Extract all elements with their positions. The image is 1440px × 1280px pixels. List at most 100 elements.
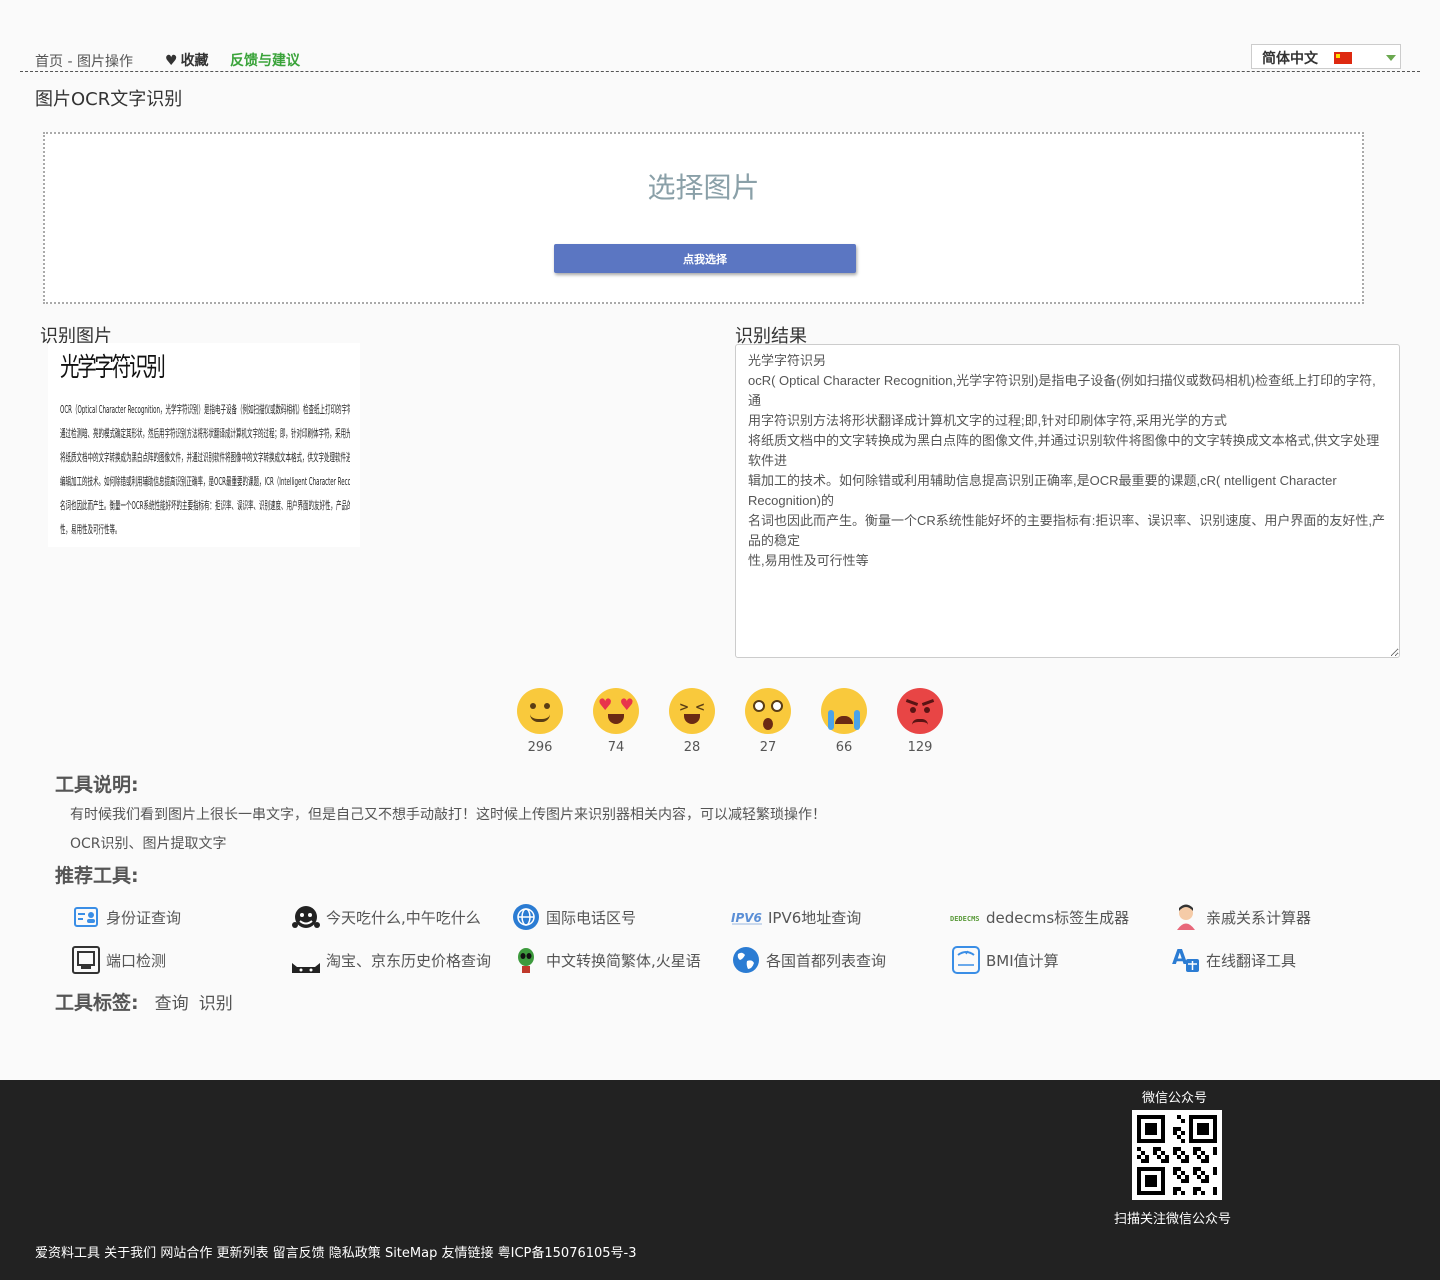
- reaction-smile[interactable]: 296: [510, 688, 570, 755]
- page-title: 图片OCR文字识别: [35, 89, 183, 110]
- result-line: 将纸质文档中的文字转换成为黑白点阵的图像文件,并通过识别软件将图像中的文字转换成…: [748, 433, 1380, 468]
- tool-link-price[interactable]: 淘宝、京东历史价格查询: [290, 943, 491, 977]
- image-text-line: 通过检测暗、亮的模式确定其形状，然后用字符识别方法将形状翻译成计算机文字的过程；…: [60, 427, 350, 440]
- breadcrumb[interactable]: 首页 - 图片操作: [35, 51, 133, 71]
- reaction-count: 74: [607, 740, 625, 755]
- svg-text:IPV6: IPV6: [731, 911, 762, 925]
- favorite-label: 收藏: [180, 53, 209, 69]
- wechat-title: 微信公众号: [1142, 1091, 1208, 1106]
- favorite-link[interactable]: ♥ 收藏: [165, 50, 209, 70]
- footer-link-home[interactable]: 爱资料工具: [35, 1246, 100, 1261]
- tool-label: 在线翻译工具: [1206, 951, 1297, 970]
- reaction-angry[interactable]: 129: [890, 688, 950, 755]
- tool-label: 中文转换简繁体,火星语: [546, 951, 701, 970]
- footer-link-sitemap[interactable]: SiteMap: [385, 1246, 437, 1261]
- tool-link-dedecms[interactable]: DEDECMS dedecms标签生成器: [950, 900, 1129, 934]
- tool-label: 淘宝、京东历史价格查询: [326, 951, 492, 970]
- tool-link-relatives[interactable]: 亲戚关系计算器: [1170, 900, 1311, 934]
- translate-icon: A: [1170, 944, 1202, 976]
- crying-emoji-icon: [821, 688, 867, 734]
- dedecms-icon: DEDECMS: [950, 901, 982, 933]
- earth-icon: [730, 944, 762, 976]
- tool-link-id-card[interactable]: 身份证查询: [70, 900, 181, 934]
- footer-link-about[interactable]: 关于我们: [104, 1246, 156, 1261]
- laughing-emoji-icon: > <: [669, 688, 715, 734]
- reaction-bar: 296 ♥ ♥ 74 > < 28 27 66 129: [510, 688, 950, 758]
- upload-dropzone[interactable]: 选择图片 点我选择: [43, 132, 1364, 304]
- tool-label: dedecms标签生成器: [986, 908, 1130, 927]
- ipv6-icon: IPV6: [730, 901, 764, 933]
- reaction-count: 296: [527, 740, 553, 755]
- image-text-line: OCR（Optical Character Recognition，光学字符识别…: [60, 403, 350, 416]
- result-line: 性,易用性及可行性等: [748, 553, 869, 568]
- tool-link-food[interactable]: 今天吃什么,中午吃什么: [290, 900, 481, 934]
- tool-label: 今天吃什么,中午吃什么: [326, 908, 481, 927]
- recognized-image: 光学字符识别 OCR（Optical Character Recognition…: [48, 343, 360, 547]
- tag-link[interactable]: 识别: [199, 994, 233, 1014]
- tags-heading: 工具标签:: [55, 992, 139, 1014]
- astonished-emoji-icon: [745, 688, 791, 734]
- image-text-lines: OCR（Optical Character Recognition，光学字符识别…: [60, 398, 360, 542]
- footer-link-feedback[interactable]: 留言反馈: [273, 1246, 325, 1261]
- icp-record: 粤ICP备15076105号-3: [497, 1246, 637, 1261]
- result-line: 名词也因此而产生。衡量一个CR系统性能好坏的主要指标有:拒识率、误识率、识别速度…: [748, 513, 1386, 548]
- choose-image-button[interactable]: 点我选择: [554, 244, 856, 273]
- result-line: 用字符识别方法将形状翻译成计算机文字的过程;即,针对印刷体字符,采用光学的方式: [748, 413, 1227, 428]
- alien-icon: [510, 944, 542, 976]
- footer-link-cooperation[interactable]: 网站合作: [160, 1246, 212, 1261]
- recommended-heading: 推荐工具:: [55, 865, 139, 887]
- tool-label: 国际电话区号: [546, 908, 637, 927]
- image-text-line: 性，易用性及可行性等。: [60, 523, 121, 536]
- result-line: 光学字符识另: [748, 353, 827, 368]
- language-select[interactable]: 简体中文: [1251, 44, 1401, 69]
- footer-link-updates[interactable]: 更新列表: [216, 1246, 268, 1261]
- tool-keywords-text: OCR识别、图片提取文字: [70, 836, 227, 852]
- reaction-laugh[interactable]: > < 28: [662, 688, 722, 755]
- tool-link-port[interactable]: 端口检测: [70, 943, 166, 977]
- tool-description-text: 有时候我们看到图片上很长一串文字，但是自己又不想手动敲打！这时候上传图片来识别器…: [70, 807, 826, 823]
- top-bar: 首页 - 图片操作 ♥ 收藏 反馈与建议 简体中文: [20, 44, 1420, 72]
- upload-title: 选择图片: [647, 171, 760, 204]
- tool-link-translate[interactable]: A 在线翻译工具: [1170, 943, 1296, 977]
- result-line: 辑加工的技术。如何除错或利用辅助信息提高识别正确率,是OCR最重要的课题,cR(…: [748, 473, 1341, 508]
- reaction-cry[interactable]: 66: [814, 688, 874, 755]
- result-textarea[interactable]: 光学字符识另 ocR( Optical Character Recognition…: [735, 344, 1400, 658]
- heart-eyes-emoji-icon: ♥ ♥: [593, 688, 639, 734]
- wechat-qr-code: [1132, 1110, 1222, 1200]
- tool-link-convert[interactable]: 中文转换简繁体,火星语: [510, 943, 701, 977]
- tool-link-bmi[interactable]: BMI值计算: [950, 943, 1059, 977]
- chevron-down-icon: [1386, 55, 1396, 61]
- feedback-link[interactable]: 反馈与建议: [230, 50, 300, 70]
- reaction-count: 66: [835, 740, 853, 755]
- qr-caption: 扫描关注微信公众号: [1114, 1212, 1232, 1227]
- footer-link-privacy[interactable]: 隐私政策: [329, 1246, 381, 1261]
- scale-icon: [950, 944, 982, 976]
- tool-label: 身份证查询: [106, 908, 182, 927]
- language-label: 简体中文: [1262, 51, 1318, 67]
- reaction-count: 129: [907, 740, 933, 755]
- angry-emoji-icon: [897, 688, 943, 734]
- id-card-icon: [70, 901, 102, 933]
- tool-link-ipv6[interactable]: IPV6 IPV6地址查询: [730, 900, 861, 934]
- tool-label: 各国首都列表查询: [766, 951, 887, 970]
- footer-link-friends[interactable]: 友情链接: [441, 1246, 493, 1261]
- smile-emoji-icon: [517, 688, 563, 734]
- tool-label: IPV6地址查询: [768, 908, 862, 927]
- reaction-love[interactable]: ♥ ♥ 74: [586, 688, 646, 755]
- tool-description-heading: 工具说明:: [55, 774, 139, 796]
- tag-link[interactable]: 查询: [155, 994, 189, 1014]
- reaction-count: 28: [683, 740, 701, 755]
- result-line: ocR( Optical Character Recognition,光学字符识…: [748, 373, 1376, 408]
- reaction-wow[interactable]: 27: [738, 688, 798, 755]
- heart-icon: ♥: [165, 53, 178, 69]
- image-text-line: 将纸质文档中的文字转换成为黑白点阵的图像文件，并通过识别软件将图像中的文字转换成…: [60, 451, 350, 464]
- relative-person-icon: [1170, 901, 1202, 933]
- reaction-count: 27: [759, 740, 777, 755]
- tool-link-phone-code[interactable]: 国际电话区号: [510, 900, 636, 934]
- tool-link-capitals[interactable]: 各国首都列表查询: [730, 943, 886, 977]
- footer-links: 爱资料工具 关于我们 网站合作 更新列表 留言反馈 隐私政策 SiteMap 友…: [35, 1242, 641, 1261]
- image-heading: 光学字符识别: [60, 353, 166, 383]
- china-flag-icon: [1334, 52, 1352, 64]
- tool-label: BMI值计算: [986, 951, 1059, 970]
- svg-text:A: A: [1172, 945, 1188, 969]
